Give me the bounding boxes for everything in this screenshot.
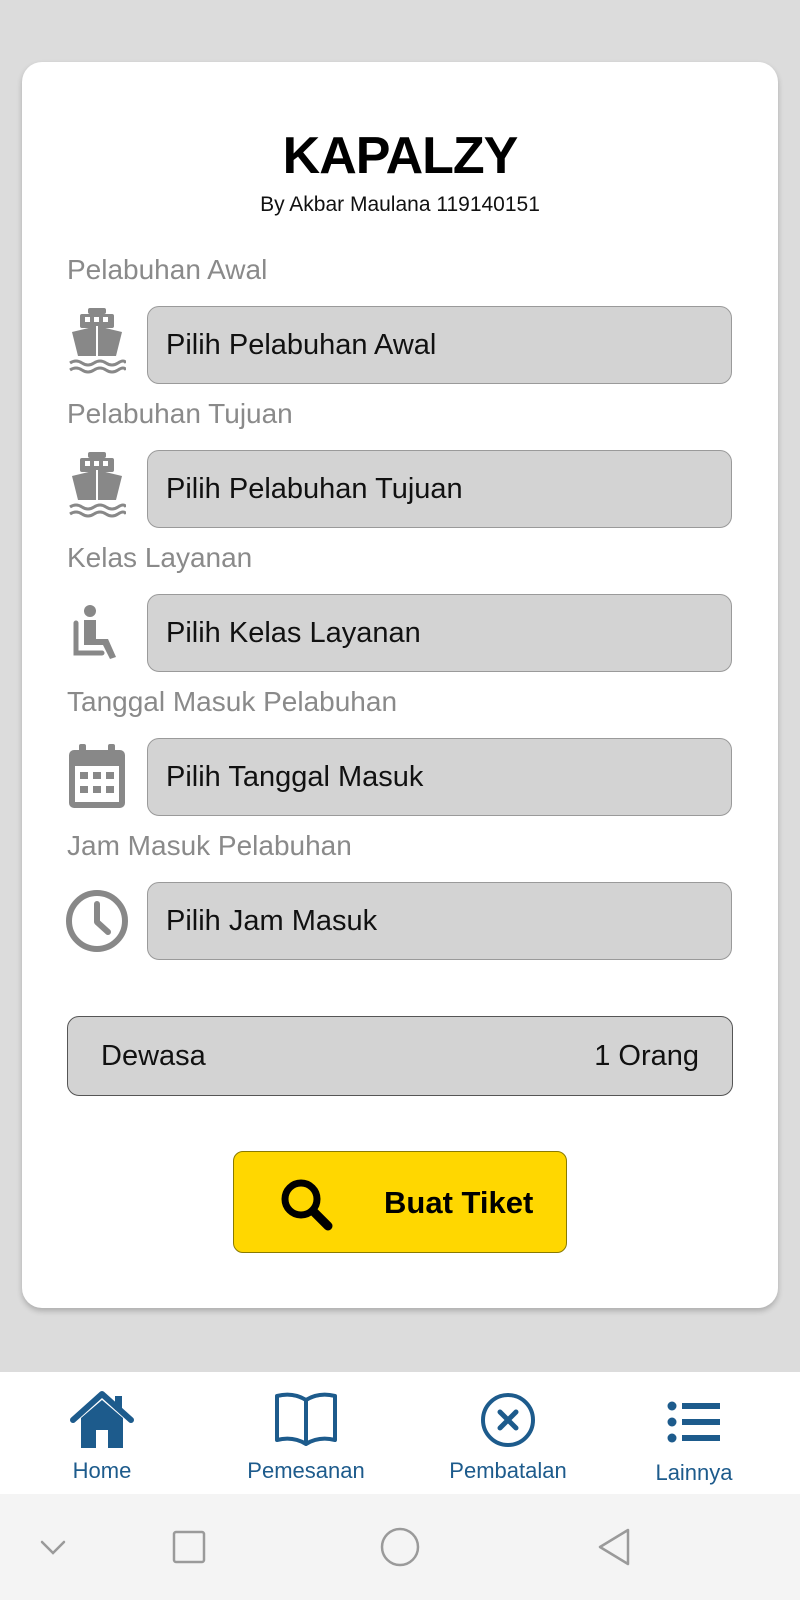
book-icon [216, 1390, 396, 1450]
nav-label-lainnya: Lainnya [655, 1460, 733, 1485]
app-subtitle: By Akbar Maulana 119140151 [260, 193, 540, 216]
nav-item-pemesanan[interactable]: Pemesanan [216, 1372, 396, 1494]
origin-port-label: Pelabuhan Awal [67, 254, 268, 285]
bottom-navigation: Home Pemesanan Pembatalan Lainnya [0, 1372, 800, 1494]
home-icon [12, 1390, 192, 1450]
booking-card [22, 62, 778, 1308]
seat-icon [64, 598, 130, 668]
app-title: KAPALZY [282, 127, 519, 185]
list-icon [604, 1392, 784, 1452]
create-ticket-button[interactable]: Buat Tiket [233, 1151, 567, 1253]
clock-icon [64, 886, 130, 956]
calendar-icon [64, 742, 130, 812]
nav-label-home: Home [72, 1458, 132, 1483]
passenger-type: Dewasa [101, 1039, 206, 1072]
passenger-count: 1 Orang [594, 1039, 699, 1072]
home-circle-icon[interactable] [379, 1526, 421, 1573]
origin-port-select[interactable]: Pilih Pelabuhan Awal [147, 306, 732, 384]
entry-date-select[interactable]: Pilih Tanggal Masuk [147, 738, 732, 816]
service-class-select[interactable]: Pilih Kelas Layanan [147, 594, 732, 672]
cancel-circle-icon [418, 1390, 598, 1450]
entry-time-label: Jam Masuk Pelabuhan [67, 830, 352, 861]
search-icon [278, 1176, 334, 1237]
nav-item-home[interactable]: Home [12, 1372, 192, 1494]
service-class-label: Kelas Layanan [67, 542, 253, 573]
nav-item-lainnya[interactable]: Lainnya [604, 1374, 784, 1496]
passenger-selector[interactable]: Dewasa 1 Orang [67, 1016, 733, 1096]
chevron-down-icon[interactable] [38, 1538, 68, 1563]
nav-item-pembatalan[interactable]: Pembatalan [418, 1372, 598, 1494]
ship-icon [64, 305, 130, 375]
nav-label-pembatalan: Pembatalan [449, 1458, 567, 1483]
destination-port-select[interactable]: Pilih Pelabuhan Tujuan [147, 450, 732, 528]
entry-date-label: Tanggal Masuk Pelabuhan [67, 686, 398, 717]
recent-apps-icon[interactable] [172, 1530, 206, 1569]
ship-icon [64, 449, 130, 519]
nav-label-pemesanan: Pemesanan [247, 1458, 365, 1483]
create-ticket-label: Buat Tiket [384, 1185, 534, 1220]
back-icon[interactable] [594, 1526, 634, 1573]
destination-port-label: Pelabuhan Tujuan [67, 398, 293, 429]
system-navigation-bar [0, 1494, 800, 1600]
entry-time-select[interactable]: Pilih Jam Masuk [147, 882, 732, 960]
